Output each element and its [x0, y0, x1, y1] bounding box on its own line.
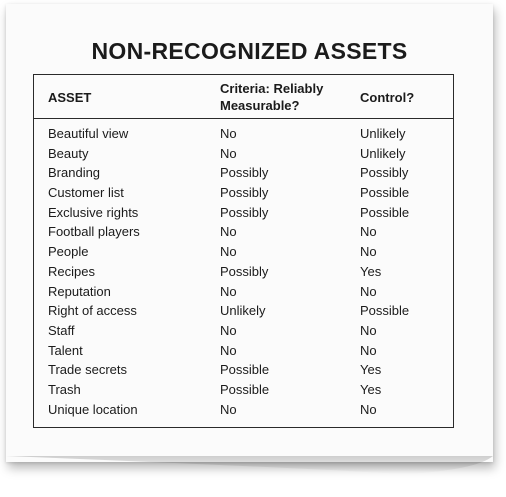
cell-criteria: No [220, 244, 237, 260]
table-row: Reputation No No [34, 282, 453, 302]
table-row: Right of access Unlikely Possible [34, 301, 453, 321]
cell-criteria: No [220, 322, 237, 338]
cell-asset: Recipes [48, 263, 95, 279]
column-header-control: Control? [360, 90, 415, 105]
cell-asset: Trade secrets [48, 362, 127, 378]
cell-criteria: No [220, 126, 237, 141]
table-row: Beautiful view No Unlikely [34, 124, 453, 144]
table-row: Staff No No [34, 321, 453, 341]
cell-asset: People [48, 244, 89, 260]
cell-criteria: No [220, 145, 237, 161]
cell-asset: Beautiful view [48, 126, 129, 141]
table-row: Beauty No Unlikely [34, 144, 453, 164]
cell-criteria: Possibly [220, 185, 269, 201]
cell-criteria: No [220, 401, 237, 417]
column-header-criteria-line1: Criteria: Reliably [220, 81, 324, 96]
table-row: Unique location No No [34, 400, 453, 420]
table-row: Branding Possibly Possibly [34, 163, 453, 183]
cell-asset: Branding [48, 165, 101, 181]
cell-asset: Unique location [48, 401, 138, 417]
table-row: Recipes Possibly Yes [34, 262, 453, 282]
table-row: Football players No No [34, 222, 453, 242]
cell-asset: Reputation [48, 283, 111, 299]
cell-criteria: No [220, 283, 237, 299]
assets-table: ASSET Criteria: Reliably Measurable? Con… [33, 74, 454, 428]
cell-criteria: No [220, 224, 237, 240]
table-row: Trade secrets Possible Yes [34, 360, 453, 380]
table-body: Beautiful view No Unlikely Beauty No Unl… [34, 124, 453, 419]
cell-criteria: Possibly [220, 165, 269, 181]
cell-control: Unlikely [360, 126, 406, 141]
cell-criteria: No [220, 342, 237, 358]
cell-asset: Football players [48, 224, 140, 240]
column-header-asset: ASSET [48, 90, 92, 105]
cell-criteria: Possible [220, 381, 270, 397]
cell-control: No [360, 224, 377, 240]
paper-curl-shadow [6, 456, 493, 474]
table-row: People No No [34, 242, 453, 262]
cell-asset: Talent [48, 342, 83, 358]
cell-control: No [360, 322, 377, 338]
table-row: Trash Possible Yes [34, 380, 453, 400]
table-row: Talent No No [34, 341, 453, 361]
cell-criteria: Possible [220, 362, 270, 378]
column-header-criteria: Criteria: Reliably Measurable? [220, 80, 350, 114]
cell-criteria: Possibly [220, 263, 269, 279]
cell-asset: Trash [48, 381, 81, 397]
cell-control: No [360, 401, 377, 417]
column-header-criteria-line2: Measurable? [220, 98, 300, 113]
cell-control: Unlikely [360, 145, 406, 161]
cell-control: No [360, 283, 377, 299]
cell-control: Yes [360, 381, 382, 397]
page-title: NON-RECOGNIZED ASSETS [91, 38, 408, 64]
table-row: Customer list Possibly Possible [34, 183, 453, 203]
cell-criteria: Unlikely [220, 303, 266, 319]
cell-criteria: Possibly [220, 204, 269, 220]
cell-control: Possible [360, 204, 410, 220]
cell-control: Yes [360, 263, 382, 279]
cell-asset: Customer list [48, 185, 124, 201]
cell-control: Possible [360, 185, 410, 201]
header-divider [34, 118, 453, 119]
cell-control: Possibly [360, 165, 409, 181]
cell-control: No [360, 244, 377, 260]
cell-control: Possible [360, 303, 410, 319]
cell-asset: Staff [48, 322, 75, 338]
cell-asset: Right of access [48, 303, 137, 319]
cell-control: Yes [360, 362, 382, 378]
cell-control: No [360, 342, 377, 358]
paper-sheet: NON-RECOGNIZED ASSETS ASSET Criteria: Re… [6, 4, 493, 474]
table-row: Exclusive rights Possibly Possible [34, 203, 453, 223]
cell-asset: Exclusive rights [48, 204, 139, 220]
cell-asset: Beauty [48, 145, 89, 161]
